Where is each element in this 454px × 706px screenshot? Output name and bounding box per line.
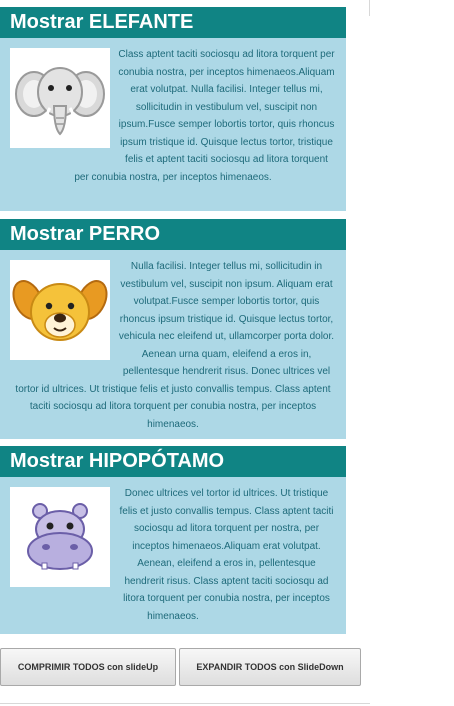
panel-header-elefante[interactable]: Mostrar ELEFANTE: [0, 7, 346, 38]
divider: [369, 0, 370, 16]
panel-perro: Mostrar PERRO Nulla facilisi. Integer te…: [0, 219, 346, 439]
panel-elefante: Mostrar ELEFANTE Class aptent taciti soc…: [0, 7, 346, 211]
panel-body-hipopotamo: Donec ultrices vel tortor id ultrices. U…: [0, 477, 346, 634]
expand-all-button[interactable]: EXPANDIR TODOS con SlideDown: [179, 648, 361, 686]
footer-divider: [0, 703, 370, 704]
collapse-all-button[interactable]: COMPRIMIR TODOS con slideUp: [0, 648, 176, 686]
panel-hipopotamo: Mostrar HIPOPÓTAMO Donec ultrices vel to…: [0, 446, 346, 634]
hippo-icon: [10, 487, 110, 587]
page: Mostrar ELEFANTE Class aptent taciti soc…: [0, 0, 454, 706]
panel-header-perro[interactable]: Mostrar PERRO: [0, 219, 346, 250]
panel-body-perro: Nulla facilisi. Integer tellus mi, solli…: [0, 250, 346, 439]
panel-header-hipopotamo[interactable]: Mostrar HIPOPÓTAMO: [0, 446, 346, 477]
dog-icon: [10, 260, 110, 360]
panel-body-elefante: Class aptent taciti sociosqu ad litora t…: [0, 38, 346, 211]
elephant-icon: [10, 48, 110, 148]
